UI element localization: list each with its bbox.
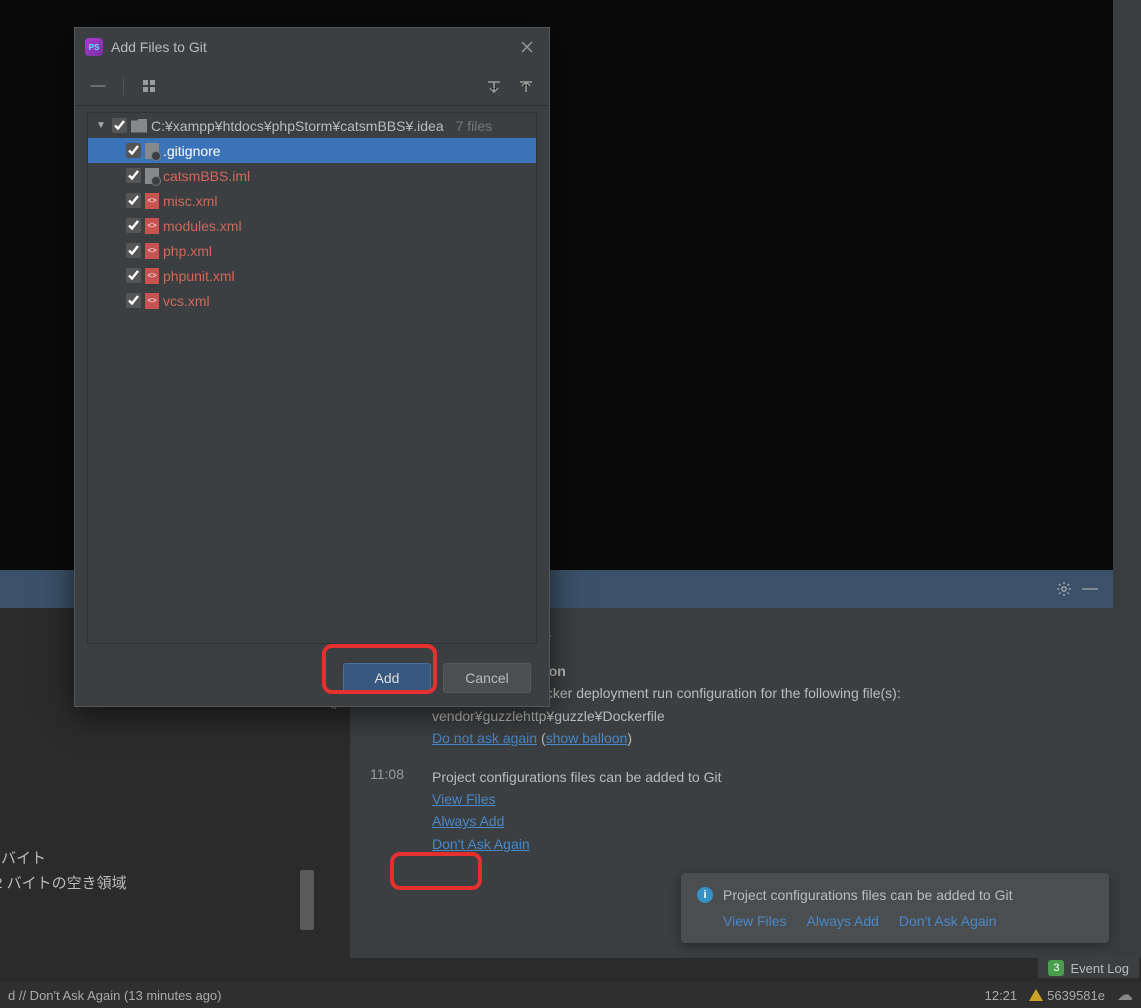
group-by-icon[interactable] (138, 75, 160, 97)
event-log-badge: 3 (1048, 960, 1064, 976)
tree-checkbox[interactable] (126, 168, 141, 183)
status-bar: d // Don't Ask Again (13 minutes ago) 12… (0, 982, 1141, 1008)
tree-checkbox[interactable] (126, 268, 141, 283)
balloon-link-dont-ask-again[interactable]: Don't Ask Again (899, 913, 997, 929)
file-icon (145, 168, 159, 184)
text-line: s (0, 820, 127, 846)
tree-root-path: C:¥xampp¥htdocs¥phpStorm¥catsmBBS¥.idea (151, 118, 444, 134)
log-link-do-not-ask[interactable]: Do not ask again (432, 730, 537, 746)
phpstorm-icon: PS (85, 38, 103, 56)
dialog-title-text: Add Files to Git (111, 39, 207, 55)
tree-file-name: modules.xml (163, 218, 242, 234)
close-icon[interactable] (515, 35, 539, 59)
balloon-link-always-add[interactable]: Always Add (807, 913, 879, 929)
collapse-all-icon[interactable]: — (87, 75, 109, 97)
tree-checkbox[interactable] (126, 293, 141, 308)
dialog-toolbar: — (75, 66, 549, 106)
status-left-text: d // Don't Ask Again (13 minutes ago) (8, 988, 985, 1003)
log-link-dont-ask-again[interactable]: Don't Ask Again (432, 836, 530, 852)
log-entry-title: Project configurations files can be adde… (432, 769, 722, 785)
tree-checkbox[interactable] (126, 218, 141, 233)
tree-file-row[interactable]: <>phpunit.xml (88, 263, 536, 288)
tree-checkbox[interactable] (126, 143, 141, 158)
paren: ) (627, 730, 632, 746)
tree-root-meta: 7 files (456, 118, 493, 134)
tree-file-name: catsmBBS.iml (163, 168, 250, 184)
chevron-down-icon[interactable]: ▼ (94, 120, 108, 131)
expand-tree-icon[interactable] (483, 75, 505, 97)
xml-file-icon: <> (145, 193, 159, 209)
info-icon: i (697, 887, 713, 903)
file-tree[interactable]: ▼ C:¥xampp¥htdocs¥phpStorm¥catsmBBS¥.ide… (87, 112, 537, 644)
tree-file-name: .gitignore (163, 143, 221, 159)
log-link-show-balloon[interactable]: show balloon (546, 730, 628, 746)
vertical-scrollbar-thumb[interactable] (300, 870, 314, 930)
tree-file-row[interactable]: <>misc.xml (88, 188, 536, 213)
text-line: ›バイト (0, 846, 127, 872)
add-files-to-git-dialog: PS Add Files to Git — ▼ C:¥xampp¥htdocs¥… (74, 27, 550, 707)
tree-file-row[interactable]: .gitignore (88, 138, 536, 163)
tree-file-row[interactable]: <>modules.xml (88, 213, 536, 238)
dialog-button-row: Add Cancel (75, 650, 549, 706)
tree-file-name: vcs.xml (163, 293, 210, 309)
tree-file-name: phpunit.xml (163, 268, 235, 284)
tree-root-row[interactable]: ▼ C:¥xampp¥htdocs¥phpStorm¥catsmBBS¥.ide… (88, 113, 536, 138)
event-log-tab[interactable]: 3 Event Log (1038, 958, 1139, 978)
tree-file-name: php.xml (163, 243, 212, 259)
log-entry: 11:08 Project configurations files can b… (370, 766, 1097, 856)
tree-file-name: misc.xml (163, 193, 217, 209)
tree-checkbox[interactable] (126, 243, 141, 258)
dialog-titlebar[interactable]: PS Add Files to Git (75, 28, 549, 66)
log-entry-text: vendor¥guzzlehttp¥guzzle¥Dockerfile (432, 708, 665, 724)
minimize-icon[interactable]: — (1077, 576, 1103, 602)
cancel-button[interactable]: Cancel (443, 663, 531, 693)
notification-balloon: i Project configurations files can be ad… (681, 873, 1109, 943)
warning-icon (1029, 989, 1043, 1001)
log-link-always-add[interactable]: Always Add (432, 813, 504, 829)
text-line: .2 バイトの空き領域 (0, 871, 127, 897)
tree-file-row[interactable]: catsmBBS.iml (88, 163, 536, 188)
right-scrollbar-track[interactable] (1113, 0, 1141, 958)
add-button[interactable]: Add (343, 663, 431, 693)
balloon-link-view-files[interactable]: View Files (723, 913, 787, 929)
folder-icon (131, 119, 147, 133)
xml-file-icon: <> (145, 293, 159, 309)
xml-file-icon: <> (145, 218, 159, 234)
balloon-title-text: Project configurations files can be adde… (723, 887, 1013, 903)
log-time: 11:08 (370, 766, 420, 856)
gear-icon[interactable] (1051, 576, 1077, 602)
file-icon (145, 143, 159, 159)
event-log-label: Event Log (1070, 961, 1129, 976)
status-time: 12:21 (985, 988, 1018, 1003)
cloud-icon[interactable]: ☁ (1117, 985, 1133, 1005)
toolbar-divider (123, 77, 124, 95)
xml-file-icon: <> (145, 243, 159, 259)
tree-file-row[interactable]: <>php.xml (88, 238, 536, 263)
log-link-view-files[interactable]: View Files (432, 791, 496, 807)
tree-checkbox[interactable] (126, 193, 141, 208)
tree-file-row[interactable]: <>vcs.xml (88, 288, 536, 313)
xml-file-icon: <> (145, 268, 159, 284)
partial-text-left: s ›バイト .2 バイトの空き領域 (0, 820, 127, 897)
collapse-tree-icon[interactable] (515, 75, 537, 97)
tree-checkbox[interactable] (112, 118, 127, 133)
status-git-hash[interactable]: 5639581e (1029, 988, 1105, 1003)
